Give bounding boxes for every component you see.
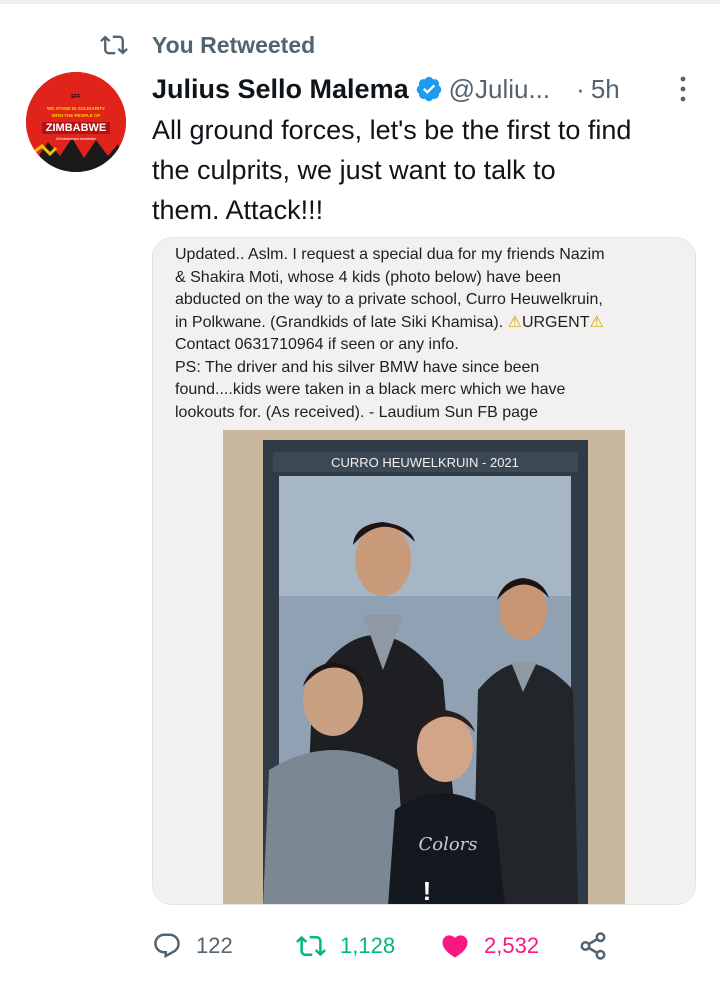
like-button[interactable]: 2,532 xyxy=(440,918,539,974)
urgent-label: URGENT xyxy=(521,313,590,331)
warning-icon: ⚠ xyxy=(589,313,604,331)
svg-text:ZIMBABWE: ZIMBABWE xyxy=(46,122,107,134)
photo-header: CURRO HEUWELKRUIN - 2021 xyxy=(331,455,519,470)
share-button[interactable] xyxy=(578,918,608,974)
caption-line: found....kids were taken in a black merc… xyxy=(175,381,566,398)
reply-button[interactable]: 122 xyxy=(152,918,233,974)
share-icon xyxy=(580,932,606,960)
shirt-logo-text: Colors xyxy=(418,834,477,855)
retweet-icon xyxy=(100,35,128,55)
separator-dot: · xyxy=(576,73,585,104)
author-name[interactable]: Julius Sello Malema xyxy=(152,74,409,105)
caption-line: Updated.. Aslm. I request a special dua … xyxy=(175,246,605,263)
author-handle[interactable]: @Juliu... xyxy=(449,74,551,105)
svg-text:WE STAND IN SOLIDARITY: WE STAND IN SOLIDARITY xyxy=(47,106,105,111)
school-photo: CURRO HEUWELKRUIN - 2021 Colors ! xyxy=(223,430,625,905)
retweet-icon xyxy=(296,935,326,957)
avatar[interactable]: EFF WE STAND IN SOLIDARITY WITH THE PEOP… xyxy=(26,72,126,172)
reply-count: 122 xyxy=(196,933,233,958)
top-divider xyxy=(0,0,720,4)
caption-line: Contact 0631710964 if seen or any info. xyxy=(175,336,459,353)
retweet-label: You Retweeted xyxy=(152,31,316,58)
caption-line: lookouts for. (As received). - Laudium S… xyxy=(175,403,538,421)
retweet-banner[interactable]: You Retweeted xyxy=(100,30,315,60)
tweet-header: Julius Sello Malema @Juliu... · 5h xyxy=(152,70,692,108)
caption-line: in Polkwane. (Grandkids of late Siki Kha… xyxy=(175,313,604,331)
caption-line: abducted on the way to a private school,… xyxy=(175,291,603,308)
caption-line: & Shakira Moti, whose 4 kids (photo belo… xyxy=(175,268,561,286)
warning-icon: ⚠ xyxy=(507,313,522,331)
tweet-text: All ground forces, let's be the first to… xyxy=(152,110,707,230)
like-count: 2,532 xyxy=(484,933,540,958)
verified-badge-icon xyxy=(416,76,441,102)
heart-icon xyxy=(442,935,468,958)
tweet-media-image[interactable]: Updated.. Aslm. I request a special dua … xyxy=(152,237,696,905)
tweet-text-line: All ground forces, let's be the first to… xyxy=(152,115,632,145)
svg-text:WITH THE PEOPLE OF: WITH THE PEOPLE OF xyxy=(52,113,101,118)
more-options-icon[interactable] xyxy=(678,74,688,104)
svg-text:#ZimbabweanLivesMatter: #ZimbabweanLivesMatter xyxy=(56,137,97,141)
tweet-text-line: them. Attack!!! xyxy=(152,195,324,225)
photo-mark: ! xyxy=(423,876,432,905)
tweet-actions: 122 1,128 2,532 xyxy=(152,918,692,974)
avatar-logo-text: EFF xyxy=(71,94,80,100)
tweet-text-line: the culprits, we just want to talk to xyxy=(152,155,556,185)
retweet-button[interactable]: 1,128 xyxy=(296,918,395,974)
retweet-count: 1,128 xyxy=(340,933,396,958)
tweet-time[interactable]: 5h xyxy=(591,74,620,105)
caption-line: PS: The driver and his silver BMW have s… xyxy=(175,358,540,376)
image-caption: Updated.. Aslm. I request a special dua … xyxy=(175,244,683,424)
reply-icon xyxy=(154,933,180,959)
